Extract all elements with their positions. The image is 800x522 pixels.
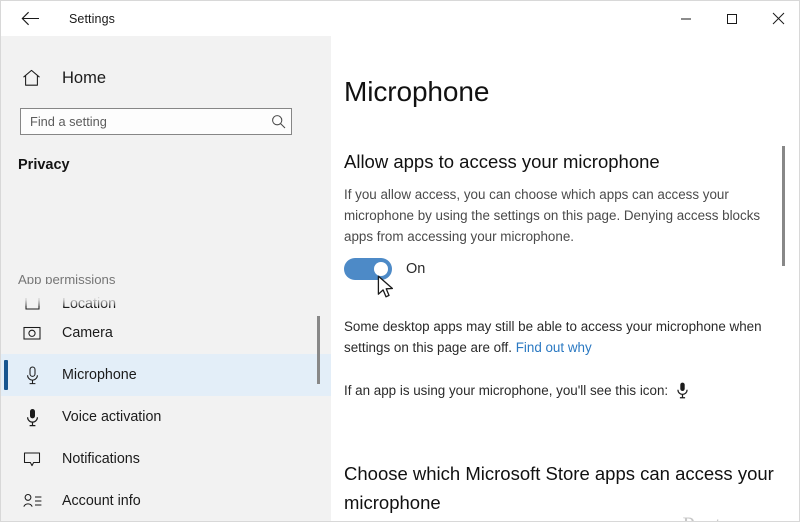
sidebar: Home Privacy App permissions Loc (1, 36, 331, 521)
minimize-icon (680, 13, 692, 25)
sidebar-scrollbar[interactable] (317, 316, 320, 384)
sidebar-nav-list: Location Camera Microphone Voice activat… (1, 288, 331, 521)
sidebar-group-label: App permissions (18, 272, 116, 287)
sidebar-item-location-label: Location (62, 296, 117, 312)
sidebar-item-home[interactable]: Home (1, 58, 331, 98)
find-out-why-link[interactable]: Find out why (516, 340, 592, 355)
selection-indicator (4, 360, 8, 390)
sidebar-item-microphone[interactable]: Microphone (1, 354, 331, 396)
allow-access-description: If you allow access, you can choose whic… (344, 187, 761, 245)
back-button[interactable] (7, 2, 53, 36)
icon-notice-text: If an app is using your microphone, you'… (344, 383, 669, 399)
main-content: Microphone Allow apps to access your mic… (331, 36, 799, 521)
sidebar-item-microphone-label: Microphone (62, 367, 137, 383)
sidebar-item-home-label: Home (62, 68, 107, 87)
sidebar-item-camera[interactable]: Camera (1, 312, 331, 354)
minimize-button[interactable] (663, 1, 709, 36)
maximize-icon (726, 13, 738, 25)
toggle-knob (374, 262, 388, 276)
desktop-apps-notice: Some desktop apps may still be able to a… (344, 316, 784, 358)
title-bar: Settings (1, 1, 799, 36)
notification-icon (21, 451, 43, 468)
back-arrow-icon (21, 11, 40, 26)
sidebar-item-voice-activation[interactable]: Voice activation (1, 396, 331, 438)
sidebar-item-location[interactable]: Location (1, 288, 331, 312)
sidebar-item-account-info[interactable]: Account info (1, 480, 331, 521)
window-controls (663, 1, 799, 36)
home-icon (19, 69, 43, 87)
maximize-button[interactable] (709, 1, 755, 36)
store-apps-heading: Choose which Microsoft Store apps can ac… (344, 463, 774, 514)
microphone-icon (21, 365, 43, 385)
location-icon (21, 295, 43, 312)
sidebar-item-camera-label: Camera (62, 325, 113, 341)
close-icon (772, 12, 785, 25)
settings-window: Settings Home Find a setting Privacy App… (0, 0, 800, 522)
search-input[interactable] (21, 109, 265, 134)
toggle-state-label: On (406, 261, 426, 277)
sidebar-item-notifications[interactable]: Notifications (1, 438, 331, 480)
camera-icon (21, 325, 43, 341)
allow-access-heading: Allow apps to access your microphone (344, 151, 660, 173)
page-title: Microphone (344, 75, 490, 107)
sidebar-item-notifications-label: Notifications (62, 451, 140, 467)
voice-activation-icon (21, 408, 43, 427)
sidebar-section-title: Privacy (18, 157, 70, 173)
sidebar-item-account-info-label: Account info (62, 493, 141, 509)
sidebar-item-voice-activation-label: Voice activation (62, 409, 162, 425)
search-box[interactable] (20, 108, 292, 135)
microphone-access-toggle-row: On (344, 258, 425, 280)
close-button[interactable] (755, 1, 799, 36)
microphone-access-toggle[interactable] (344, 258, 392, 280)
window-title: Settings (69, 11, 115, 26)
icon-notice: If an app is using your microphone, you'… (344, 382, 688, 399)
main-scrollbar[interactable] (782, 146, 785, 266)
account-info-icon (21, 493, 43, 509)
microphone-icon (677, 382, 688, 399)
search-icon[interactable] (265, 114, 291, 129)
